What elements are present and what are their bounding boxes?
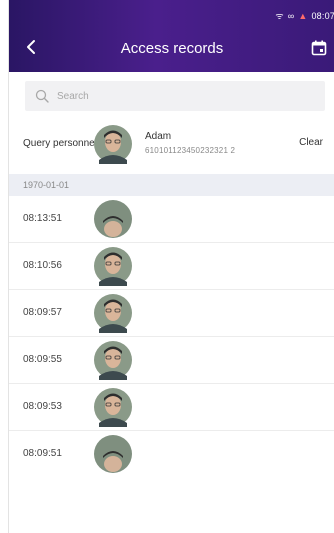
records-list: 08:13:51 08:10:56 08:09:57 08:09:55 08:0… (9, 196, 334, 477)
record-row[interactable]: 08:09:51 (9, 431, 334, 477)
search-input[interactable] (55, 89, 289, 103)
record-row[interactable]: 08:13:51 (9, 196, 334, 243)
record-row[interactable]: 08:10:56 (9, 243, 334, 290)
query-personnel-label: Query personnel (23, 138, 97, 149)
search-bar[interactable] (25, 81, 325, 111)
record-row[interactable]: 08:09:55 (9, 337, 334, 384)
record-time: 08:13:51 (23, 213, 62, 224)
record-avatar (94, 200, 132, 238)
person-avatar (94, 125, 132, 164)
date-group-header: 1970-01-01 (9, 174, 334, 196)
link-icon: ∞ (287, 10, 295, 21)
page-title: Access records (120, 40, 224, 57)
left-frame (0, 0, 8, 533)
record-avatar (94, 435, 132, 473)
calendar-icon[interactable] (311, 40, 327, 56)
app-header: ᯤ ∞ ▲ 08:07 Access records (9, 0, 334, 72)
record-avatar (94, 341, 132, 380)
query-personnel-row: Query personnel Adam 610101123450232321 … (9, 120, 334, 166)
person-id-number: 610101123450232321 2 (145, 146, 236, 155)
record-time: 08:09:53 (23, 401, 62, 412)
record-avatar (94, 247, 132, 286)
record-avatar (94, 294, 132, 333)
wifi-icon: ᯤ (275, 11, 284, 21)
record-time: 08:10:56 (23, 260, 62, 271)
access-records-screen: ᯤ ∞ ▲ 08:07 Access records Query personn… (8, 0, 334, 533)
record-time: 08:09:55 (23, 354, 62, 365)
record-time: 08:09:51 (23, 448, 62, 459)
record-time: 08:09:57 (23, 307, 62, 318)
status-bar: ᯤ ∞ ▲ 08:07 (275, 9, 334, 22)
search-icon (35, 89, 49, 103)
record-row[interactable]: 08:09:53 (9, 384, 334, 431)
clear-button[interactable]: Clear (299, 137, 323, 148)
person-name: Adam (145, 131, 172, 142)
record-avatar (94, 388, 132, 427)
status-time: 08:07 (311, 10, 334, 21)
warning-icon: ▲ (298, 10, 308, 21)
record-row[interactable]: 08:09:57 (9, 290, 334, 337)
